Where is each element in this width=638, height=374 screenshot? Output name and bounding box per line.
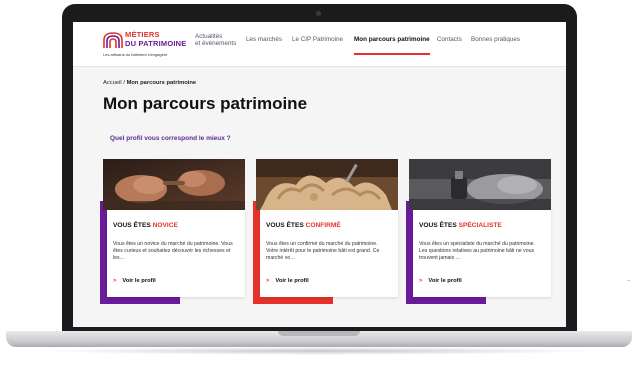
card-title-prefix: VOUS ÊTES bbox=[419, 222, 459, 229]
nav-item-actualites[interactable]: Actualités et évènements bbox=[195, 33, 236, 47]
card-title: VOUS ÊTES NOVICE bbox=[113, 222, 178, 229]
breadcrumb-home[interactable]: Accueil bbox=[103, 80, 122, 86]
profile-card-novice[interactable]: VOUS ÊTES NOVICE Vous êtes un novice du … bbox=[100, 159, 245, 304]
page-title: Mon parcours patrimoine bbox=[103, 94, 308, 113]
see-profile-label: Voir le profil bbox=[275, 278, 309, 284]
breadcrumb-separator: / bbox=[123, 80, 125, 86]
chevron-right-icon: > bbox=[113, 278, 117, 284]
decorative-mark bbox=[627, 280, 630, 281]
card-profile-name: CONFIRMÉ bbox=[305, 222, 341, 229]
nav-label-line1: Actualités bbox=[195, 33, 223, 40]
card-profile-name: NOVICE bbox=[152, 222, 178, 229]
breadcrumb-current: Mon parcours patrimoine bbox=[126, 80, 197, 86]
see-profile-link[interactable]: > Voir le profil bbox=[113, 278, 156, 284]
card-body: VOUS ÊTES SPÉCIALISTE Vous êtes un spéci… bbox=[413, 210, 551, 297]
nav-label-parcours: Mon parcours patrimoine bbox=[354, 36, 430, 43]
card-title: VOUS ÊTES CONFIRMÉ bbox=[266, 222, 341, 229]
nav-item-cip[interactable]: Le CIP Patrimoine bbox=[292, 36, 343, 43]
card-title: VOUS ÊTES SPÉCIALISTE bbox=[419, 222, 502, 229]
profile-card-specialiste[interactable]: VOUS ÊTES SPÉCIALISTE Vous êtes un spéci… bbox=[406, 159, 551, 304]
logo-arch-icon bbox=[103, 32, 123, 48]
card-title-prefix: VOUS ÊTES bbox=[266, 222, 306, 229]
site-header: MÉTIERS DU PATRIMOINE Les artisans du bâ… bbox=[73, 22, 566, 67]
card-photo bbox=[256, 159, 398, 210]
nav-item-parcours[interactable]: Mon parcours patrimoine bbox=[354, 36, 430, 55]
laptop-shadow bbox=[40, 347, 598, 355]
card-photo bbox=[409, 159, 551, 210]
card-photo bbox=[103, 159, 245, 210]
nav-item-contacts[interactable]: Contacts bbox=[437, 36, 462, 43]
camera-icon bbox=[316, 11, 321, 16]
breadcrumb: Accueil / Mon parcours patrimoine bbox=[103, 80, 196, 86]
logo-text-metiers: MÉTIERS bbox=[125, 30, 160, 39]
see-profile-label: Voir le profil bbox=[122, 278, 156, 284]
card-body: VOUS ÊTES CONFIRMÉ Vous êtes un confirmé… bbox=[260, 210, 398, 297]
logo-tagline: Les artisans du bâtiment s'engagent bbox=[103, 52, 168, 57]
active-nav-underline bbox=[354, 53, 430, 55]
see-profile-link[interactable]: > Voir le profil bbox=[419, 278, 462, 284]
laptop-mockup: MÉTIERS DU PATRIMOINE Les artisans du bâ… bbox=[0, 0, 638, 374]
card-body: VOUS ÊTES NOVICE Vous êtes un novice du … bbox=[107, 210, 245, 297]
laptop-screen: MÉTIERS DU PATRIMOINE Les artisans du bâ… bbox=[73, 22, 566, 327]
nav-label-line2: et évènements bbox=[195, 40, 237, 47]
nav-item-bonnes-pratiques[interactable]: Bonnes pratiques bbox=[471, 36, 520, 43]
nav-item-marches[interactable]: Les marchés bbox=[246, 36, 282, 43]
wood-sculpture-icon bbox=[256, 159, 398, 210]
card-description: Vous êtes un confirmé du marché du patri… bbox=[266, 241, 380, 261]
card-description: Vous êtes un novice du marché du patrimo… bbox=[113, 241, 233, 261]
chevron-right-icon: > bbox=[266, 278, 270, 284]
logo-text-patrimoine: DU PATRIMOINE bbox=[125, 39, 187, 48]
card-title-prefix: VOUS ÊTES bbox=[113, 222, 153, 229]
craftsman-tool-icon bbox=[409, 159, 551, 210]
laptop-notch bbox=[278, 331, 360, 336]
see-profile-link[interactable]: > Voir le profil bbox=[266, 278, 309, 284]
hands-carving-icon bbox=[103, 159, 245, 210]
profile-question: Quel profil vous correspond le mieux ? bbox=[110, 135, 231, 142]
chevron-right-icon: > bbox=[419, 278, 423, 284]
profile-card-confirme[interactable]: VOUS ÊTES CONFIRMÉ Vous êtes un confirmé… bbox=[253, 159, 398, 304]
card-description: Vous êtes un spécialiste du marché du pa… bbox=[419, 241, 535, 261]
see-profile-label: Voir le profil bbox=[428, 278, 462, 284]
site-logo[interactable]: MÉTIERS DU PATRIMOINE Les artisans du bâ… bbox=[103, 30, 193, 62]
card-profile-name: SPÉCIALISTE bbox=[458, 222, 502, 229]
